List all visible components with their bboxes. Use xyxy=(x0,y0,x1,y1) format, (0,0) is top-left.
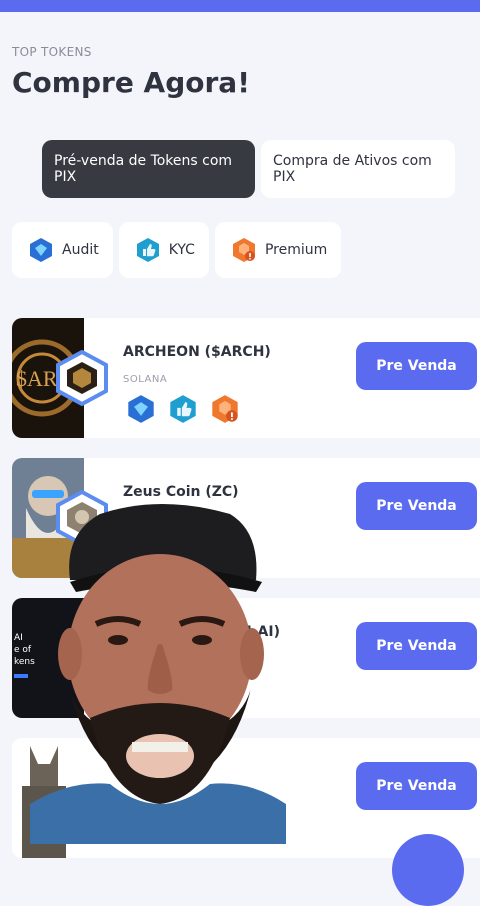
top-accent-bar xyxy=(0,0,480,12)
presale-button[interactable]: Pre Venda xyxy=(356,342,477,390)
svg-text:AI: AI xyxy=(14,633,23,643)
token-name: ARCHEON ($ARCH) xyxy=(123,344,271,360)
filter-badges: Audit KYC Premium xyxy=(12,222,342,278)
section-eyebrow: TOP TOKENS xyxy=(12,45,92,59)
filter-audit[interactable]: Audit xyxy=(12,222,113,278)
presenter-video-overlay xyxy=(30,504,286,844)
token-logo-icon xyxy=(56,350,108,406)
presale-button[interactable]: Pre Venda xyxy=(356,482,477,530)
premium-icon xyxy=(232,238,255,262)
filter-premium[interactable]: Premium xyxy=(214,222,342,278)
audit-icon xyxy=(128,395,154,423)
presale-button[interactable]: Pre Venda xyxy=(356,622,477,670)
audit-icon xyxy=(30,238,52,262)
token-badges xyxy=(126,394,240,424)
presale-button[interactable]: Pre Venda xyxy=(356,762,477,810)
tab-asset-purchase-pix[interactable]: Compra de Ativos com PIX xyxy=(261,140,455,198)
kyc-icon xyxy=(136,238,159,262)
token-chain: SOLANA xyxy=(123,374,168,385)
token-card[interactable]: $ARC ARCHEON ($ARCH) SOLANA Pre Venda xyxy=(12,318,480,438)
filter-audit-label: Audit xyxy=(62,242,99,258)
filter-kyc[interactable]: KYC xyxy=(118,222,209,278)
premium-icon xyxy=(212,395,238,423)
token-name: Zeus Coin (ZC) xyxy=(123,484,239,500)
page-title: Compre Agora! xyxy=(12,66,250,99)
tab-bar: Pré-venda de Tokens com PIX Compra de At… xyxy=(42,140,455,198)
filter-kyc-label: KYC xyxy=(168,242,195,258)
tab-token-presale-pix[interactable]: Pré-venda de Tokens com PIX xyxy=(42,140,255,198)
filter-premium-label: Premium xyxy=(264,242,328,258)
floating-action-button[interactable] xyxy=(392,834,464,906)
kyc-icon xyxy=(170,395,196,423)
